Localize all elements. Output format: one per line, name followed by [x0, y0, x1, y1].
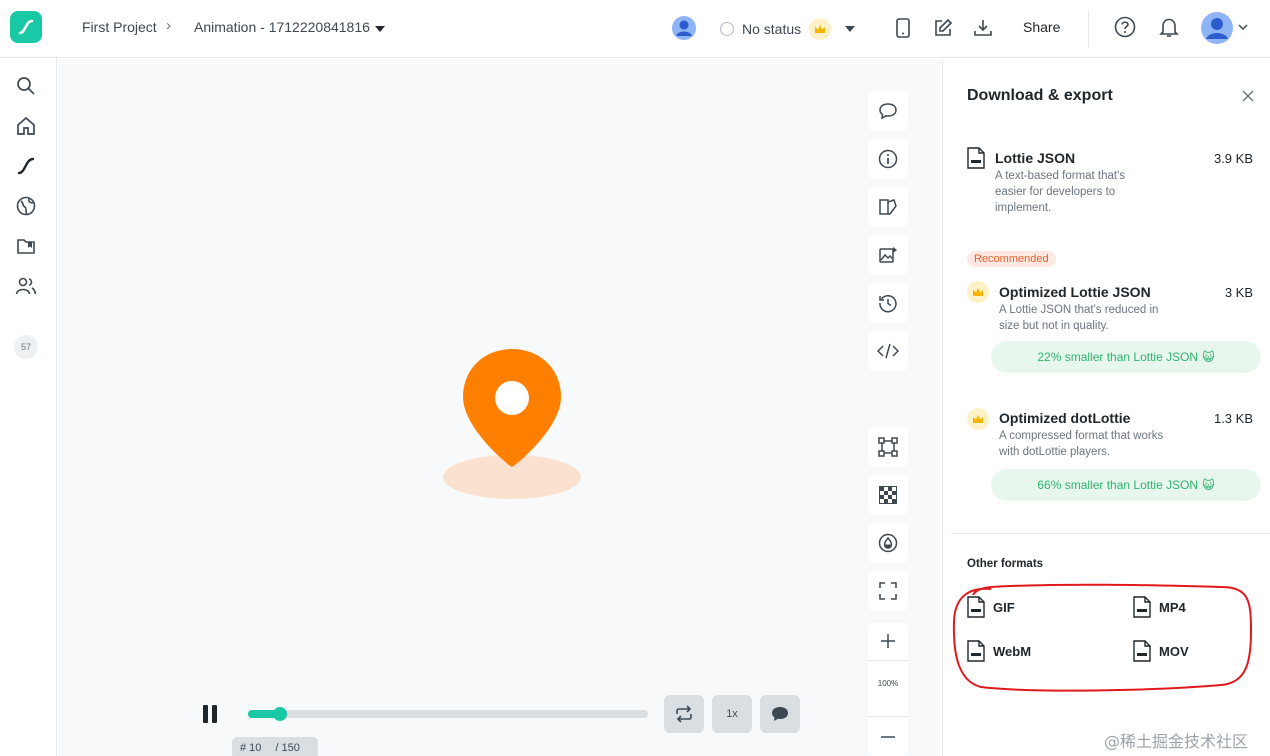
divider — [1088, 10, 1089, 48]
format-size: 3 KB — [1224, 285, 1253, 300]
timeline-track[interactable] — [248, 707, 648, 721]
savings-text: 66% smaller than Lottie JSON — [1037, 478, 1199, 492]
speed-button[interactable]: 1x — [712, 695, 752, 733]
chevron-right-icon: › — [166, 17, 171, 34]
pause-button[interactable] — [203, 705, 221, 723]
crown-icon — [809, 18, 832, 40]
crown-icon — [967, 281, 989, 303]
loop-icon — [676, 705, 692, 723]
help-icon[interactable] — [1113, 15, 1137, 39]
caret-down-icon[interactable] — [374, 24, 386, 34]
lottie-icon[interactable] — [14, 154, 38, 178]
format-description: A compressed format that works with dotL… — [999, 430, 1164, 458]
format-name: Optimized dotLottie — [999, 410, 1131, 426]
divider — [868, 716, 908, 717]
status-selector[interactable]: No status — [720, 18, 856, 40]
users-icon[interactable] — [14, 274, 38, 298]
user-avatar-icon[interactable] — [1200, 11, 1234, 45]
logo-icon[interactable] — [10, 11, 42, 43]
loop-button[interactable] — [664, 695, 704, 733]
breadcrumb-animation[interactable]: Animation - 1712220841816 — [194, 19, 370, 35]
bell-icon[interactable] — [1157, 15, 1181, 39]
status-radio-icon — [720, 22, 734, 36]
format-name: Lottie JSON — [995, 150, 1076, 166]
globe-icon[interactable] — [14, 194, 38, 218]
format-description: A Lottie JSON that's reduced in size but… — [999, 304, 1159, 332]
timeline-handle[interactable] — [272, 707, 287, 721]
zoom-in-icon[interactable] — [878, 631, 898, 651]
breadcrumb-project[interactable]: First Project — [82, 19, 157, 35]
search-icon[interactable] — [14, 74, 38, 98]
layers-icon[interactable] — [868, 187, 908, 227]
other-formats-heading: Other formats — [967, 558, 1044, 570]
history-icon[interactable] — [868, 283, 908, 323]
frame-icon[interactable] — [868, 427, 908, 467]
mobile-icon[interactable] — [892, 16, 914, 40]
close-icon[interactable] — [1240, 88, 1256, 104]
current-frame: # 10 — [240, 742, 262, 754]
status-label: No status — [742, 21, 802, 37]
drop-icon[interactable] — [868, 523, 908, 563]
savings-text: 22% smaller than Lottie JSON — [1037, 350, 1199, 364]
format-name: Optimized Lottie JSON — [999, 284, 1151, 300]
zoom-level[interactable]: 100% — [868, 679, 908, 688]
savings-badge: 66% smaller than Lottie JSON 😺 — [991, 469, 1261, 501]
location-pin-animation — [443, 349, 581, 499]
comment-toggle-button[interactable] — [760, 695, 800, 733]
format-size: 1.3 KB — [1213, 411, 1253, 426]
savings-badge: 22% smaller than Lottie JSON 😺 — [991, 341, 1261, 373]
file-json-icon — [967, 147, 985, 169]
watermark: @稀土掘金技术社区 — [1104, 732, 1249, 751]
comment-icon[interactable] — [868, 91, 908, 131]
zoom-controls: 100% — [868, 623, 908, 756]
divider — [868, 660, 908, 661]
total-frames: / 150 — [275, 742, 300, 754]
checker-icon[interactable] — [868, 475, 908, 515]
download-icon[interactable] — [971, 16, 995, 40]
top-bar: First Project › Animation - 171222084181… — [0, 0, 1270, 58]
recommended-badge: Recommended — [967, 251, 1056, 267]
animation-canvas[interactable]: 100% 1x # 10 / 150 — [58, 59, 941, 756]
code-icon[interactable] — [868, 331, 908, 371]
fullscreen-icon[interactable] — [868, 571, 908, 611]
divider — [951, 533, 1270, 534]
crown-icon — [967, 408, 989, 430]
home-icon[interactable] — [14, 114, 38, 138]
red-annotation-circle — [952, 583, 1253, 692]
image-icon[interactable] — [868, 235, 908, 275]
caret-down-icon — [845, 26, 856, 32]
sidebar: 57 — [0, 58, 57, 756]
folder-icon[interactable] — [14, 234, 38, 258]
info-icon[interactable] — [868, 139, 908, 179]
zoom-out-icon[interactable] — [878, 727, 898, 747]
share-button[interactable]: Share — [1023, 19, 1060, 35]
format-description: A text-based format that's easier for de… — [995, 170, 1126, 214]
download-export-panel: Download & export Lottie JSON 3.9 KB A t… — [942, 59, 1270, 756]
frame-counter[interactable]: # 10 / 150 — [232, 737, 318, 756]
cat-emoji-icon: 😺 — [1202, 478, 1215, 492]
panel-title: Download & export — [967, 87, 1113, 104]
chevron-down-icon[interactable] — [1237, 22, 1249, 32]
cat-emoji-icon: 😺 — [1202, 350, 1215, 364]
avatar-icon[interactable] — [671, 15, 697, 41]
format-size: 3.9 KB — [1213, 151, 1253, 166]
format-lottie-json[interactable]: Lottie JSON 3.9 KB A text-based format t… — [967, 147, 1267, 227]
count-badge[interactable]: 57 — [14, 335, 38, 359]
comment-icon — [772, 707, 788, 721]
edit-icon[interactable] — [931, 16, 955, 40]
